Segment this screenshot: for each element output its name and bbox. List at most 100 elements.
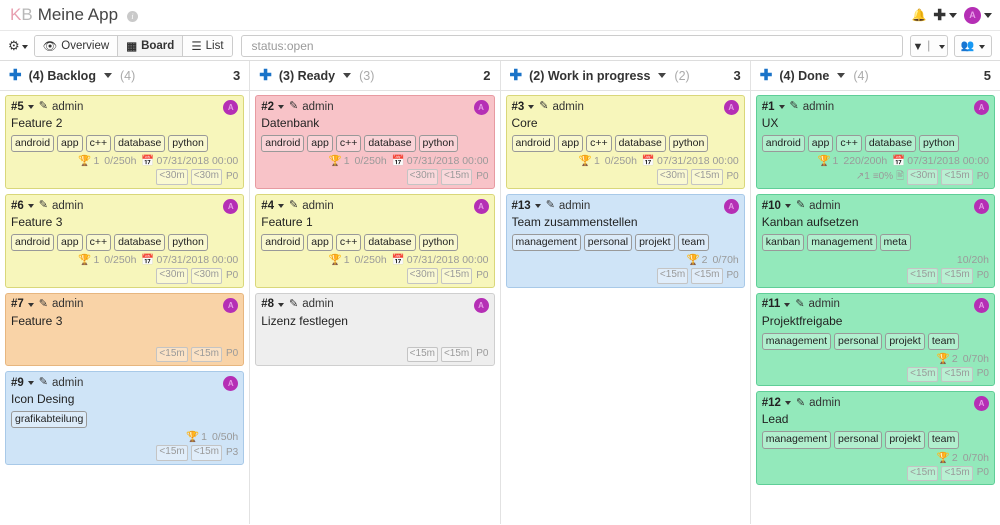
tag[interactable]: python xyxy=(919,135,959,153)
tag[interactable]: management xyxy=(511,233,581,251)
card-title[interactable]: Icon Desing xyxy=(11,392,238,407)
user-menu-button[interactable]: A xyxy=(964,6,992,24)
edit-icon[interactable]: ✎ xyxy=(796,199,805,213)
edit-icon[interactable]: ✎ xyxy=(39,298,48,312)
tag[interactable]: database xyxy=(114,233,166,251)
tag[interactable]: c++ xyxy=(85,135,112,153)
tag[interactable]: database xyxy=(364,135,416,153)
edit-icon[interactable]: ✎ xyxy=(546,199,555,213)
card-title[interactable]: Lead xyxy=(762,412,989,427)
tag[interactable]: python xyxy=(168,135,208,153)
card-id[interactable]: #8 xyxy=(261,297,274,311)
task-card[interactable]: #1 ✎ admin A UX android app c++ database python 🏆 1… xyxy=(755,95,995,189)
tag[interactable]: meta xyxy=(879,233,911,251)
tag[interactable]: c++ xyxy=(335,135,362,153)
search-input[interactable] xyxy=(249,37,894,54)
tab-board[interactable]: ▦ Board xyxy=(118,35,184,56)
task-card[interactable]: #4 ✎ admin A Feature 1 android app c++ database p… xyxy=(255,193,495,288)
tag[interactable]: database xyxy=(864,135,917,153)
tag[interactable]: android xyxy=(11,233,55,251)
task-card[interactable]: #11 ✎ admin A Projektfreigabe management perso… xyxy=(755,292,995,387)
edit-icon[interactable]: ✎ xyxy=(795,298,804,312)
tag[interactable]: projekt xyxy=(885,332,925,350)
tag[interactable]: kanban xyxy=(761,233,805,251)
card-id[interactable]: #10 xyxy=(762,199,781,213)
notifications-button[interactable]: 🔔 xyxy=(911,8,926,22)
chevron-down-icon[interactable] xyxy=(27,105,34,109)
card-title[interactable]: Kanban aufsetzen xyxy=(762,215,989,230)
card-title[interactable]: Feature 3 xyxy=(11,215,238,230)
add-task-button[interactable]: ✚ xyxy=(259,68,272,83)
create-menu-button[interactable]: ✚ xyxy=(933,6,957,24)
card-title[interactable]: Feature 1 xyxy=(261,215,488,230)
task-card[interactable]: #13 ✎ admin A Team zusammenstellen management… xyxy=(505,193,745,288)
tag[interactable]: personal xyxy=(583,233,633,251)
chevron-down-icon[interactable] xyxy=(778,105,785,109)
card-title[interactable]: UX xyxy=(762,116,989,131)
task-card[interactable]: #12 ✎ admin A Lead management personal projekt t… xyxy=(755,391,995,486)
task-card[interactable]: #5 ✎ admin A Feature 2 android app c++ database p… xyxy=(5,95,245,189)
card-id[interactable]: #1 xyxy=(762,100,775,114)
tag[interactable]: database xyxy=(614,135,666,153)
tag[interactable]: management xyxy=(761,431,832,449)
card-title[interactable]: Lizenz festlegen xyxy=(261,314,488,329)
tag[interactable]: database xyxy=(114,135,166,153)
card-id[interactable]: #12 xyxy=(762,396,781,410)
task-card[interactable]: #10 ✎ admin A Kanban aufsetzen kanban manageme… xyxy=(755,193,995,288)
tag[interactable]: app xyxy=(557,135,584,153)
edit-icon[interactable]: ✎ xyxy=(539,100,548,114)
add-task-button[interactable]: ✚ xyxy=(510,68,523,83)
tag[interactable]: management xyxy=(761,332,832,350)
tag[interactable]: team xyxy=(927,332,960,350)
chevron-down-icon[interactable] xyxy=(658,73,667,78)
tag[interactable]: projekt xyxy=(885,431,925,449)
chevron-down-icon[interactable] xyxy=(837,73,846,78)
tag[interactable]: team xyxy=(927,431,960,449)
task-card[interactable]: #6 ✎ admin A Feature 3 android app c++ database p… xyxy=(5,193,245,288)
tag[interactable]: projekt xyxy=(635,233,675,251)
edit-icon[interactable]: ✎ xyxy=(289,298,298,312)
card-title[interactable]: Core xyxy=(512,116,739,131)
tag[interactable]: app xyxy=(57,233,83,251)
tag[interactable]: python xyxy=(668,135,709,153)
search-box[interactable] xyxy=(240,34,903,57)
edit-icon[interactable]: ✎ xyxy=(39,199,48,213)
task-card[interactable]: #8 ✎ admin A Lizenz festlegen <15m <15m P0 xyxy=(255,292,495,367)
card-id[interactable]: #6 xyxy=(11,199,24,213)
tag[interactable]: app xyxy=(307,233,333,251)
tag[interactable]: android xyxy=(11,135,55,153)
tag[interactable]: python xyxy=(418,233,459,251)
task-card[interactable]: #9 ✎ admin A Icon Desing grafikabteilung 🏆 1 0/5… xyxy=(5,371,245,465)
task-card[interactable]: #3 ✎ admin A Core android app c++ database python… xyxy=(505,95,745,189)
chevron-down-icon[interactable] xyxy=(528,105,535,109)
tab-overview[interactable]: 👁 Overview xyxy=(34,35,119,56)
card-title[interactable]: Datenbank xyxy=(261,116,488,131)
tag[interactable]: c++ xyxy=(85,233,112,251)
card-title[interactable]: Projektfreigabe xyxy=(762,314,989,329)
card-id[interactable]: #7 xyxy=(11,297,24,311)
tag[interactable]: personal xyxy=(834,431,883,449)
edit-icon[interactable]: ✎ xyxy=(39,376,48,390)
tag[interactable]: c++ xyxy=(586,135,612,153)
tag[interactable]: team xyxy=(677,233,709,251)
tag[interactable]: management xyxy=(807,233,877,251)
card-id[interactable]: #13 xyxy=(512,199,531,213)
add-task-button[interactable]: ✚ xyxy=(9,68,22,83)
tag[interactable]: grafikabteilung xyxy=(11,411,88,429)
edit-icon[interactable]: ✎ xyxy=(289,100,298,114)
card-id[interactable]: #2 xyxy=(261,100,274,114)
card-id[interactable]: #5 xyxy=(11,100,24,114)
card-id[interactable]: #11 xyxy=(762,297,781,311)
tag[interactable]: app xyxy=(807,135,834,153)
tag[interactable]: python xyxy=(418,135,459,153)
tag[interactable]: app xyxy=(307,135,333,153)
chevron-down-icon[interactable] xyxy=(784,401,791,406)
edit-icon[interactable]: ✎ xyxy=(289,199,298,213)
task-card[interactable]: #2 ✎ admin A Datenbank android app c++ database p… xyxy=(255,95,495,189)
tag[interactable]: c++ xyxy=(335,233,362,251)
tag[interactable]: android xyxy=(261,135,305,153)
card-title[interactable]: Feature 3 xyxy=(11,314,238,329)
tag[interactable]: android xyxy=(261,233,305,251)
chevron-down-icon[interactable] xyxy=(278,105,285,109)
tag[interactable]: personal xyxy=(834,332,883,350)
